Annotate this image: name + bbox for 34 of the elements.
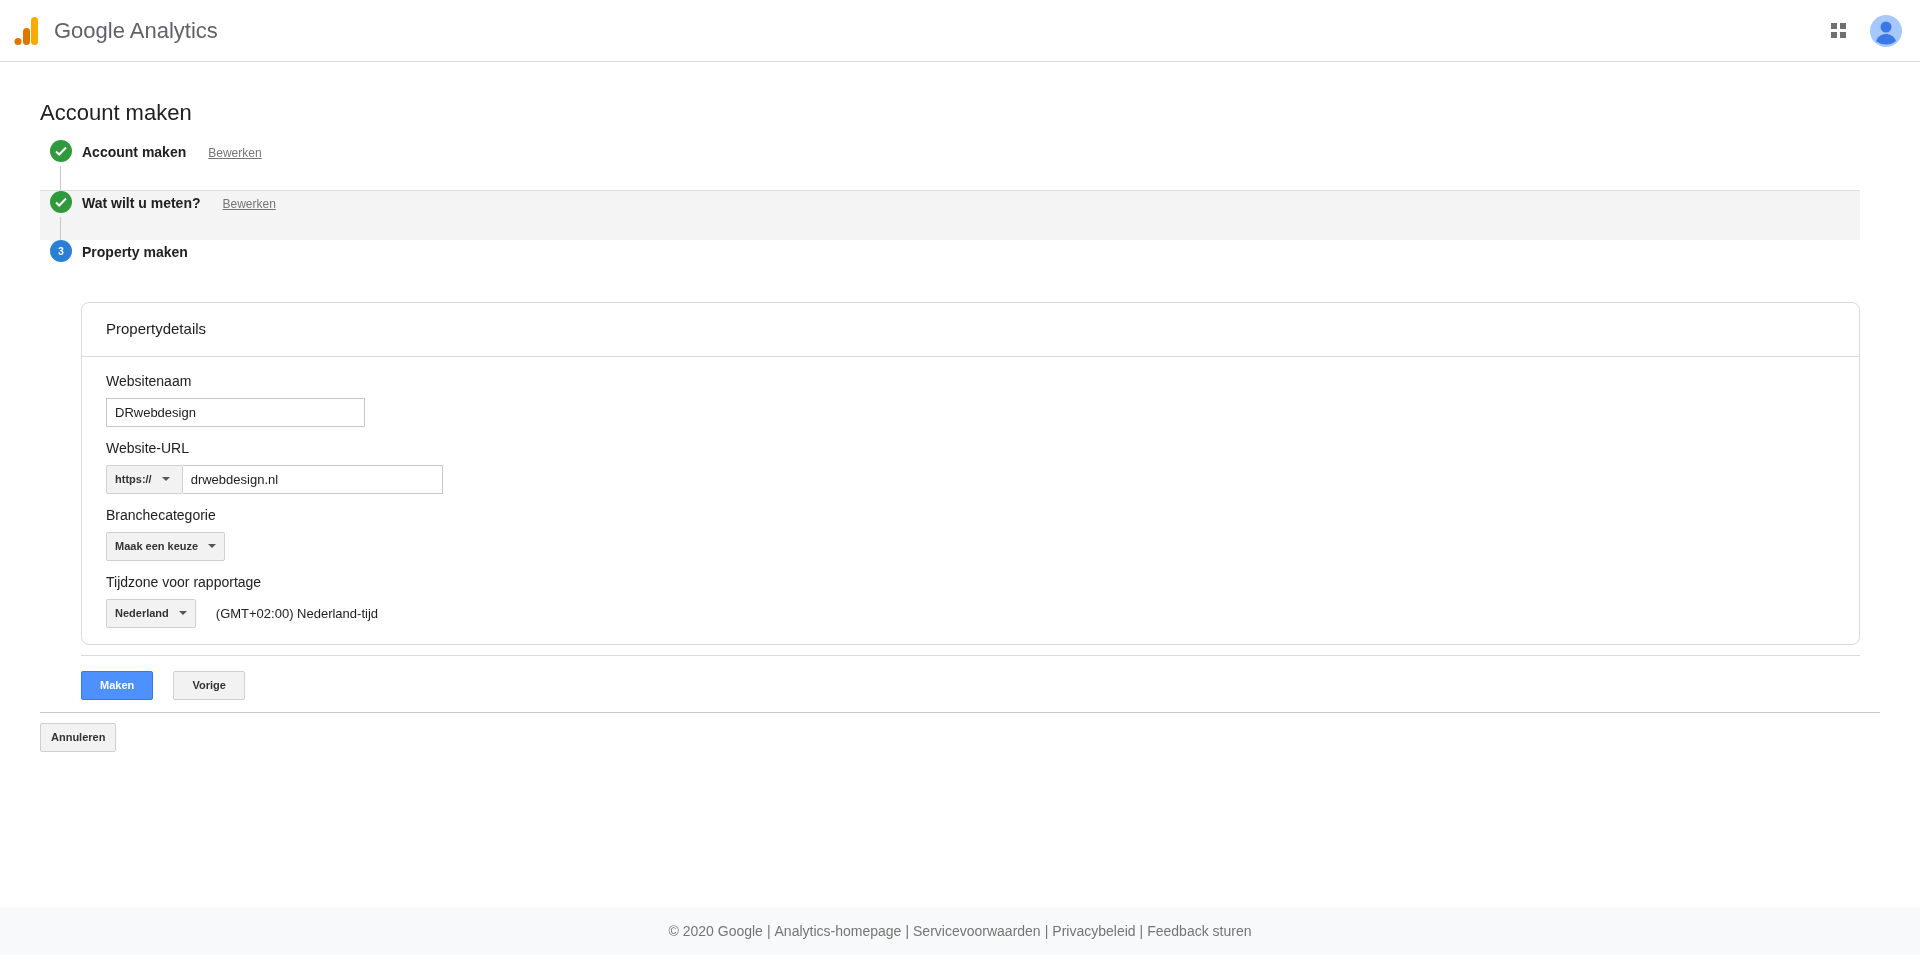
avatar-icon[interactable]	[1870, 14, 1902, 47]
url-input-field[interactable]: drwebdesign.nl	[182, 464, 443, 494]
separator: |	[1139, 921, 1144, 941]
edit-link[interactable]: Bewerken	[208, 144, 262, 163]
edit-link[interactable]: Bewerken	[222, 195, 276, 214]
apps-grid-icon[interactable]	[1831, 23, 1846, 38]
app-title: Google Analytics	[54, 17, 218, 45]
step-number: 3	[50, 240, 72, 263]
footer-link[interactable]: Servicevoorwaarden	[913, 920, 1041, 942]
card-title: Propertydetails	[82, 303, 1859, 357]
footer-link[interactable]: Feedback sturen	[1147, 920, 1252, 942]
select-dropdown[interactable]: Maak een keuze	[106, 531, 226, 561]
select-dropdown[interactable]: Nederland	[106, 598, 196, 628]
separator: |	[766, 921, 771, 941]
protocol-dropdown[interactable]: https://	[106, 464, 183, 494]
footer-link[interactable]: Privacybeleid	[1052, 920, 1136, 942]
field-label: Branchecategorie	[106, 505, 217, 525]
separator: |	[905, 921, 910, 941]
field-label: Website-URL	[106, 438, 190, 458]
text-input-field[interactable]: DRwebdesign	[106, 397, 365, 427]
timezone-text: (GMT+02:00) Nederland-tijd	[215, 604, 378, 623]
cancel-button[interactable]: Annuleren	[40, 722, 117, 752]
field-label: Websitenaam	[106, 371, 193, 391]
separator: |	[1044, 921, 1049, 941]
field-label: Tijdzone voor rapportage	[106, 572, 263, 592]
analytics-logo-icon	[14, 15, 38, 46]
back-button[interactable]: Vorige	[173, 670, 246, 700]
step-label: Wat wilt u meten?	[82, 194, 201, 214]
copyright-text: © 2020 Google	[668, 921, 763, 941]
footer-link[interactable]: Analytics-homepage	[774, 920, 902, 942]
step-label: Property maken	[82, 243, 188, 263]
check-circle-icon	[50, 140, 72, 163]
step-label: Account maken	[82, 143, 187, 163]
page-title: Account maken	[40, 100, 193, 127]
